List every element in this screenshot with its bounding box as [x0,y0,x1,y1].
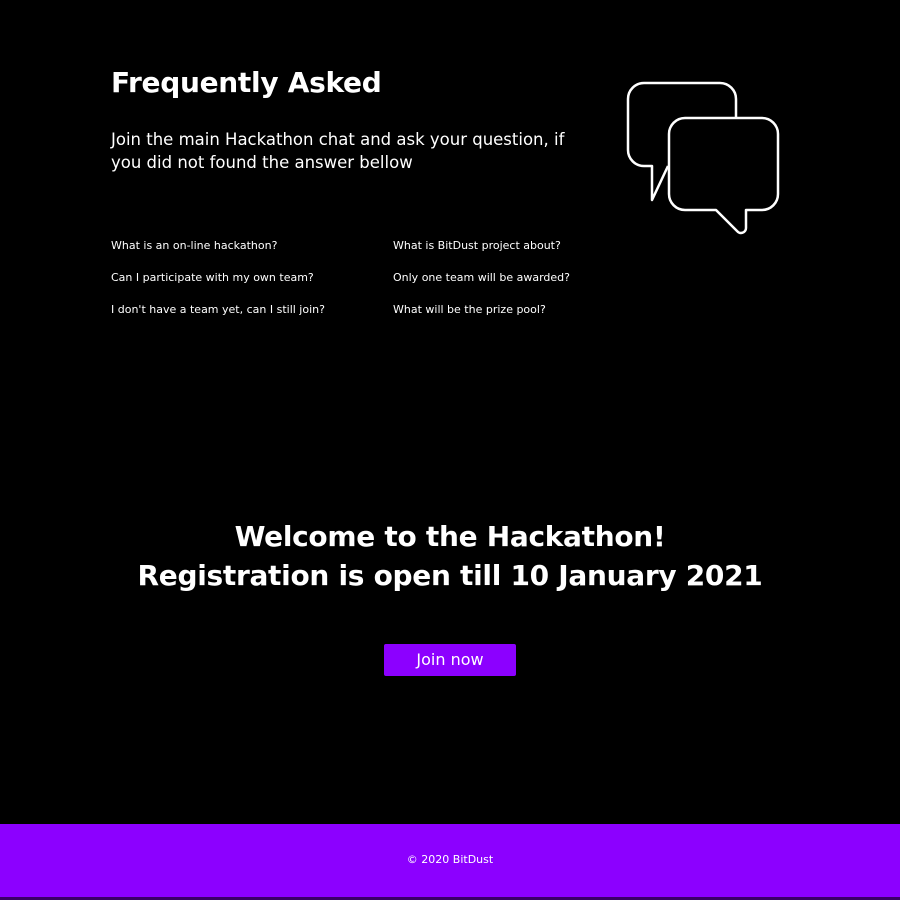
faq-question[interactable]: Can I participate with my own team? [111,268,393,287]
page: Frequently Asked Join the main Hackathon… [0,0,900,900]
welcome-heading: Welcome to the Hackathon! Registration i… [0,517,900,595]
chat-bubbles-icon [626,81,780,235]
join-now-button[interactable]: Join now [384,644,516,676]
faq-question[interactable]: What is BitDust project about? [393,236,591,255]
welcome-line: Welcome to the Hackathon! [234,520,666,553]
faq-description: Join the main Hackathon chat and ask you… [111,130,565,172]
footer: © 2020 BitDust [0,824,900,900]
copyright-text: © 2020 BitDust [406,853,494,866]
registration-line: Registration is open till 10 January 202… [137,559,763,592]
faq-question[interactable]: I don't have a team yet, can I still joi… [111,300,393,319]
faq-question[interactable]: What is an on-line hackathon? [111,236,393,255]
faq-question-list: What is an on-line hackathon? What is Bi… [111,236,591,319]
faq-question[interactable]: What will be the prize pool? [393,300,591,319]
faq-question[interactable]: Only one team will be awarded? [393,268,591,287]
faq-title: Frequently Asked [111,66,382,99]
